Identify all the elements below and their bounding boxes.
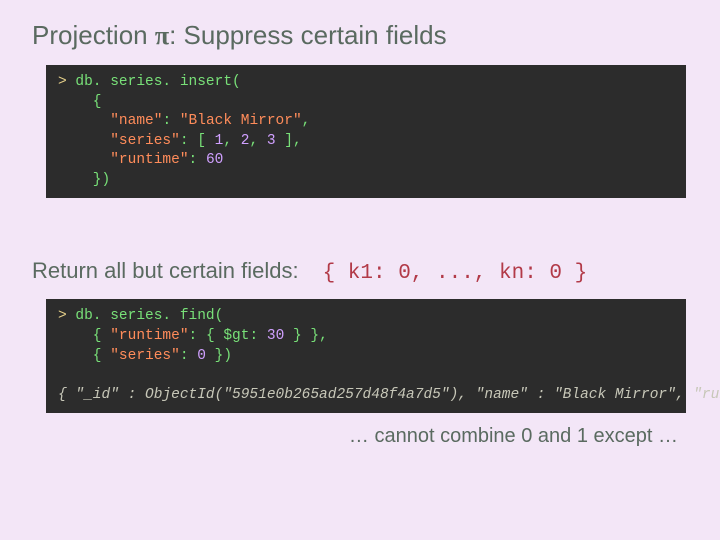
- code-line: ],: [276, 133, 302, 149]
- code-line: {: [58, 348, 110, 364]
- code-line: :: [162, 113, 179, 129]
- code-str: "name": [110, 113, 162, 129]
- syntax-pattern: { k1: 0, ..., kn: 0 }: [323, 262, 588, 285]
- code-str: "runtime": [110, 152, 188, 168]
- slide-title: Projection π: Suppress certain fields: [32, 20, 688, 51]
- code-line: : { $gt:: [189, 328, 267, 344]
- title-pre: Projection: [32, 20, 155, 50]
- code-line: [58, 113, 110, 129]
- code-line: {: [58, 328, 110, 344]
- code-line: }): [206, 348, 232, 364]
- pi-symbol: π: [155, 21, 169, 50]
- subheading-row: Return all but certain fields: { k1: 0, …: [32, 258, 688, 285]
- code-line: ,: [302, 113, 311, 129]
- code-line: :: [189, 152, 206, 168]
- code-line: } },: [284, 328, 328, 344]
- code-num: 30: [267, 328, 284, 344]
- code-num: 3: [267, 133, 276, 149]
- code-num: 0: [197, 348, 206, 364]
- code-line: [58, 133, 110, 149]
- code-block-insert: > db. series. insert( { "name": "Black M…: [46, 65, 686, 198]
- title-post: : Suppress certain fields: [169, 20, 446, 50]
- code-line: : [: [180, 133, 215, 149]
- code-line: :: [180, 348, 197, 364]
- prompt: >: [58, 74, 67, 90]
- code-num: 60: [206, 152, 223, 168]
- code-str: "Black Mirror": [180, 113, 302, 129]
- output-line: { "_id" : ObjectId("5951e0b265ad257d48f4…: [58, 387, 720, 403]
- code-str: "series": [110, 348, 180, 364]
- code-line: db. series. insert(: [67, 74, 241, 90]
- code-line: ,: [223, 133, 240, 149]
- code-str: "runtime": [110, 328, 188, 344]
- code-str: "series": [110, 133, 180, 149]
- code-line: ,: [249, 133, 266, 149]
- code-line: db. series. find(: [67, 308, 224, 324]
- code-line: {: [58, 94, 102, 110]
- code-line: }): [58, 172, 110, 188]
- subheading: Return all but certain fields:: [32, 258, 299, 284]
- prompt: >: [58, 308, 67, 324]
- code-line: [58, 152, 110, 168]
- footnote: … cannot combine 0 and 1 except …: [32, 425, 678, 448]
- code-block-find: > db. series. find( { "runtime": { $gt: …: [46, 299, 686, 413]
